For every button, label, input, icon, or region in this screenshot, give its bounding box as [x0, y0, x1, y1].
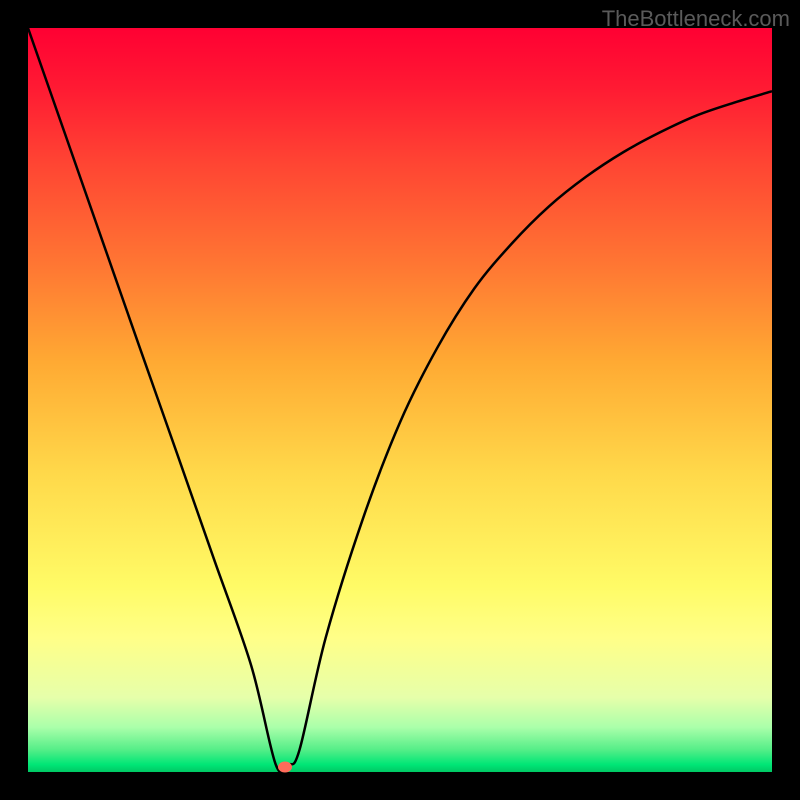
watermark-text: TheBottleneck.com [602, 6, 790, 32]
chart-plot-area [28, 28, 772, 772]
bottleneck-curve [28, 28, 772, 772]
optimal-point-marker [278, 761, 292, 772]
